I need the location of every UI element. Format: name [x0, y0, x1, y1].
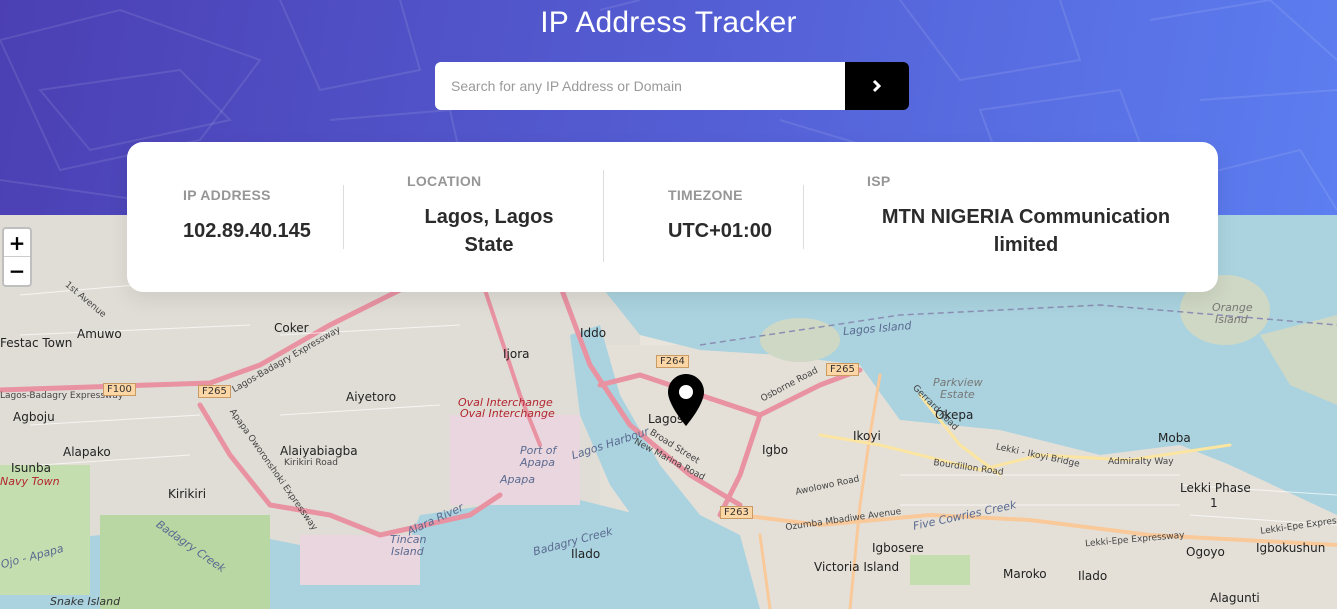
map-label-moba: Moba — [1158, 431, 1191, 445]
map-label-orange-island: Island — [1215, 313, 1248, 326]
road-shield-f100: F100 — [103, 383, 136, 396]
map-label-kirikiri: Kirikiri — [168, 487, 207, 501]
timezone-section: TIMEZONE UTC+01:00 — [668, 187, 772, 245]
location-value: Lagos, Lagos State — [407, 203, 571, 259]
road-shield-f263: F263 — [720, 506, 753, 519]
map-label-coker: Coker — [274, 321, 309, 335]
timezone-label: TIMEZONE — [668, 187, 743, 203]
timezone-value: UTC+01:00 — [668, 220, 772, 242]
map-label-admiralty-way: Admiralty Way — [1108, 457, 1174, 467]
page-title: IP Address Tracker — [540, 6, 797, 39]
isp-label: ISP — [867, 173, 891, 189]
map-label-estate: Estate — [940, 388, 975, 401]
zoom-in-button[interactable]: + — [4, 229, 30, 257]
map-label-iddo: Iddo — [580, 326, 607, 340]
map-label-snake-island: Snake Island — [50, 595, 121, 608]
location-pin-icon — [668, 374, 704, 426]
road-shield-f265-west: F265 — [198, 385, 231, 398]
map-label-aiyetoro: Aiyetoro — [346, 390, 397, 404]
map-label-victoria-island: Victoria Island — [814, 560, 900, 574]
map-label-ikoyi: Ikoyi — [853, 429, 881, 443]
map-label-ijora: Ijora — [503, 347, 530, 361]
location-value-line2: State — [464, 234, 514, 256]
map-label-lekki-phase: Lekki Phase — [1180, 481, 1251, 495]
divider — [343, 185, 344, 249]
map-label-agboju: Agboju — [13, 410, 55, 424]
location-section: LOCATION Lagos, Lagos State — [407, 173, 627, 259]
location-value-line1: Lagos, Lagos — [424, 206, 554, 228]
isp-value-line1: MTN NIGERIA Communication — [881, 206, 1171, 228]
map-label-festac-town: Festac Town — [0, 336, 73, 350]
map-label-ogoyo: Ogoyo — [1186, 545, 1225, 559]
road-shield-f264: F264 — [656, 355, 689, 368]
road-shield-f265-east: F265 — [826, 363, 859, 376]
map-label-lekki-phase-num: 1 — [1210, 496, 1218, 510]
map-label-ilado: Ilado — [571, 547, 601, 561]
search-bar — [435, 62, 909, 110]
search-submit-button[interactable] — [845, 62, 909, 110]
map-label-ilado-east: Ilado — [1078, 569, 1108, 583]
map-label-isunba: Isunba — [11, 461, 51, 475]
map-label-alaiyabiagba: Alaiyabiagba — [280, 444, 358, 458]
ip-info-card: IP ADDRESS 102.89.40.145 LOCATION Lagos,… — [127, 142, 1218, 292]
ip-address-section: IP ADDRESS 102.89.40.145 — [183, 187, 311, 245]
map-label-alagunti: Alagunti — [1210, 591, 1260, 605]
map-label-oval-interchange-2: Oval Interchange — [460, 407, 555, 420]
zoom-out-button[interactable]: − — [4, 257, 30, 285]
map-label-igbo: Igbo — [762, 443, 789, 457]
isp-section: ISP MTN NIGERIA Communication limited — [867, 173, 1187, 259]
search-input[interactable] — [435, 62, 845, 110]
isp-value: MTN NIGERIA Communication limited — [867, 203, 1185, 259]
map-label-apapa: Apapa — [500, 473, 535, 486]
chevron-right-icon — [872, 79, 882, 93]
ip-address-label: IP ADDRESS — [183, 187, 271, 203]
map-label-navy-town: Navy Town — [0, 475, 60, 488]
zoom-controls: + − — [2, 227, 32, 287]
map-label-igbosere: Igbosere — [872, 541, 924, 555]
map-label-amuwo: Amuwo — [77, 327, 122, 341]
isp-value-line2: limited — [993, 234, 1059, 256]
ip-address-value: 102.89.40.145 — [183, 220, 311, 242]
map-label-igbokushun: Igbokushun — [1256, 541, 1326, 555]
map-label-alapako: Alapako — [63, 445, 111, 459]
map-label-maroko: Maroko — [1003, 567, 1047, 581]
map-label-island: Island — [391, 545, 424, 558]
divider — [803, 185, 804, 249]
map-label-kirikiri-road: Kirikiri Road — [284, 458, 338, 468]
map-label-port-apapa: Apapa — [520, 456, 555, 469]
location-label: LOCATION — [407, 173, 482, 189]
divider — [603, 170, 604, 262]
